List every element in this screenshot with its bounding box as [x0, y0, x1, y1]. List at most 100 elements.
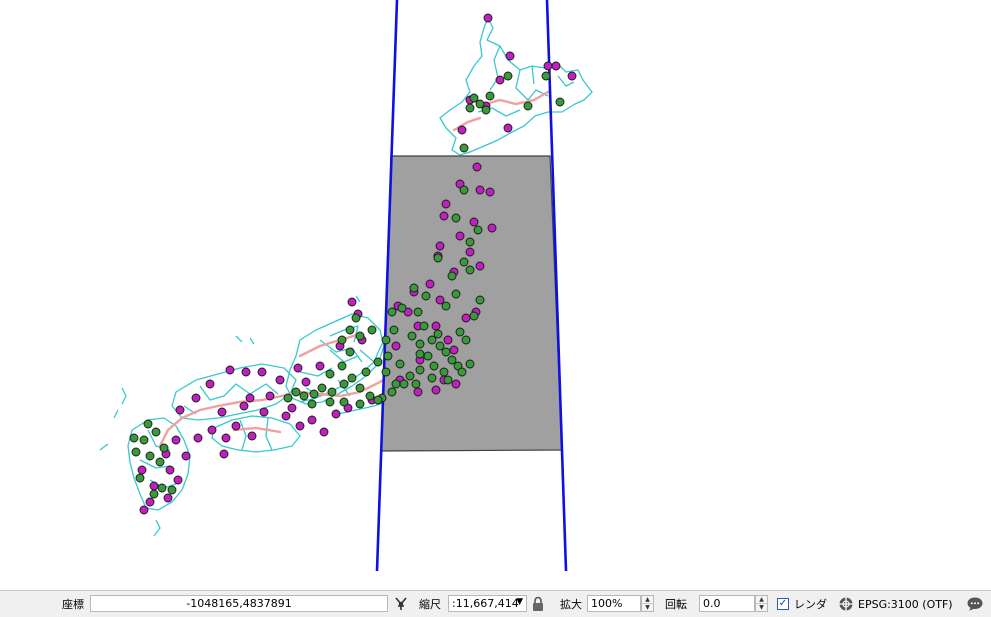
magenta-point	[483, 13, 493, 23]
green-point	[309, 389, 319, 399]
magenta-point	[449, 345, 459, 355]
rotation-value: 0.0	[703, 597, 721, 610]
magenta-point	[451, 379, 461, 389]
green-point	[455, 327, 465, 337]
magnifier-spinner[interactable]: ▲ ▼	[641, 595, 654, 612]
magenta-point	[275, 375, 285, 385]
magenta-point	[319, 427, 329, 437]
magenta-point	[241, 367, 251, 377]
green-point	[151, 427, 161, 437]
green-point	[461, 335, 471, 345]
magenta-point	[245, 393, 255, 403]
magenta-point	[149, 481, 159, 491]
render-label: レンダ	[794, 598, 827, 611]
green-point	[337, 335, 347, 345]
magenta-point	[455, 231, 465, 241]
spin-up-icon[interactable]: ▲	[756, 596, 767, 603]
spin-down-icon[interactable]: ▼	[756, 603, 767, 611]
green-point	[347, 373, 357, 383]
scale-label: 縮尺	[419, 598, 441, 611]
green-point	[325, 397, 335, 407]
coordinate-field[interactable]: -1048165,4837891	[90, 595, 388, 612]
scale-combobox[interactable]: :11,667,414 ▼	[448, 595, 527, 612]
magenta-point	[257, 367, 267, 377]
magenta-point	[413, 387, 423, 397]
magnifier-label: 拡大	[560, 598, 582, 611]
green-point	[157, 483, 167, 493]
green-point	[415, 349, 425, 359]
green-point	[345, 347, 355, 357]
green-point	[465, 359, 475, 369]
magenta-point	[475, 261, 485, 271]
green-point	[465, 103, 475, 113]
green-point	[475, 99, 485, 109]
magenta-point	[293, 363, 303, 373]
green-point	[503, 71, 513, 81]
green-point	[381, 367, 391, 377]
green-point	[351, 313, 361, 323]
magenta-point	[281, 411, 291, 421]
spin-down-icon[interactable]: ▼	[642, 603, 653, 611]
rotation-label: 回転	[665, 598, 687, 611]
green-point	[441, 347, 451, 357]
green-point	[409, 283, 419, 293]
projection-globe-icon[interactable]	[838, 596, 854, 612]
magenta-point	[465, 247, 475, 257]
render-checkbox[interactable]: ✓	[777, 598, 789, 610]
green-point	[387, 307, 397, 317]
green-point	[411, 379, 421, 389]
green-point	[167, 485, 177, 495]
magenta-point	[457, 125, 467, 135]
green-point	[389, 325, 399, 335]
magenta-point	[221, 433, 231, 443]
magenta-point	[475, 185, 485, 195]
green-point	[457, 367, 467, 377]
green-point	[423, 351, 433, 361]
green-point	[447, 355, 457, 365]
green-point	[439, 367, 449, 377]
scale-value: :11,667,414	[452, 597, 519, 610]
green-point	[355, 331, 365, 341]
magenta-point	[391, 341, 401, 351]
magenta-point	[217, 407, 227, 417]
magenta-point	[435, 295, 445, 305]
green-point	[459, 143, 469, 153]
green-point	[485, 91, 495, 101]
green-point	[143, 419, 153, 429]
magenta-point	[145, 497, 155, 507]
green-point	[387, 387, 397, 397]
green-point	[395, 359, 405, 369]
rotation-field[interactable]: 0.0	[699, 595, 755, 612]
magenta-point	[175, 405, 185, 415]
magenta-point	[505, 51, 515, 61]
crs-button[interactable]: EPSG:3100 (OTF)	[858, 591, 953, 617]
green-point	[447, 271, 457, 281]
lock-icon[interactable]	[531, 596, 545, 612]
magenta-point	[191, 393, 201, 403]
extent-rectangle[interactable]	[380, 155, 563, 452]
magnifier-field[interactable]: 100%	[587, 595, 641, 612]
green-point	[159, 443, 169, 453]
spin-up-icon[interactable]: ▲	[642, 596, 653, 603]
magenta-point	[219, 449, 229, 459]
green-point	[473, 225, 483, 235]
speech-bubble-icon[interactable]	[966, 596, 984, 612]
magenta-point	[225, 365, 235, 375]
magenta-point	[543, 61, 553, 71]
magenta-point	[231, 421, 241, 431]
magenta-point	[181, 451, 191, 461]
green-point	[481, 105, 491, 115]
rotation-spinner[interactable]: ▲ ▼	[755, 595, 768, 612]
magenta-point	[259, 407, 269, 417]
magenta-point	[431, 385, 441, 395]
green-point	[415, 365, 425, 375]
magenta-point	[173, 475, 183, 485]
green-point	[373, 395, 383, 405]
green-point	[373, 357, 383, 367]
green-point	[441, 301, 451, 311]
magenta-point	[503, 123, 513, 133]
magenta-point	[207, 425, 217, 435]
mouse-pointer-toggle-icon[interactable]	[393, 596, 409, 612]
map-canvas[interactable]	[0, 0, 991, 590]
green-point	[291, 387, 301, 397]
